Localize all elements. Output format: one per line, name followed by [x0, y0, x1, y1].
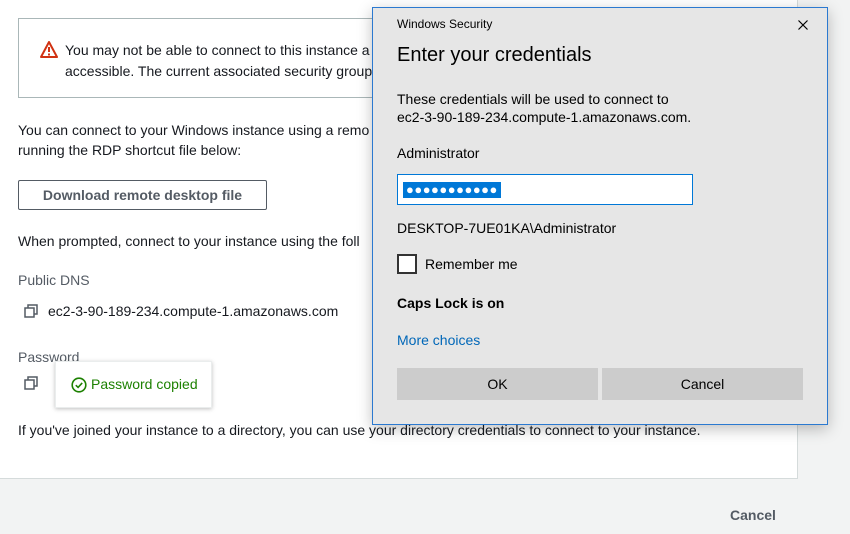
remember-me-checkbox[interactable]: [397, 254, 417, 274]
ok-button[interactable]: OK: [397, 368, 598, 400]
prompted-text: When prompted, connect to your instance …: [18, 233, 360, 249]
public-dns-value: ec2-3-90-189-234.compute-1.amazonaws.com: [48, 303, 339, 319]
password-copied-tooltip: Password copied: [55, 361, 212, 408]
domain-user-text: DESKTOP-7UE01KA\Administrator: [397, 220, 617, 236]
rdp-intro-text: You can connect to your Windows instance…: [18, 122, 370, 158]
dialog-cancel-button[interactable]: Cancel: [602, 368, 803, 400]
copy-icon[interactable]: [24, 304, 38, 318]
security-group-alert: You may not be able to connect to this i…: [18, 18, 418, 98]
password-masked-value: ●●●●●●●●●●●: [403, 182, 501, 198]
warning-icon: [40, 41, 58, 58]
more-choices-link[interactable]: More choices: [397, 332, 480, 348]
dialog-heading: Enter your credentials: [397, 44, 592, 66]
password-field[interactable]: ●●●●●●●●●●●: [397, 174, 693, 205]
caps-lock-warning: Caps Lock is on: [397, 295, 505, 311]
windows-security-dialog: Windows Security Enter your credentials …: [372, 7, 828, 425]
remember-me-label[interactable]: Remember me: [425, 256, 518, 272]
public-dns-label: Public DNS: [18, 272, 90, 288]
download-rdp-file-button[interactable]: Download remote desktop file: [18, 180, 267, 210]
check-circle-icon: [71, 377, 87, 393]
cancel-button[interactable]: Cancel: [722, 503, 784, 527]
close-icon[interactable]: [794, 16, 812, 34]
copy-icon[interactable]: [24, 376, 38, 390]
username-label: Administrator: [397, 145, 480, 161]
tooltip-text: Password copied: [91, 376, 198, 392]
dialog-description: These credentials will be used to connec…: [397, 91, 692, 125]
alert-message: You may not be able to connect to this i…: [65, 42, 373, 79]
dialog-window-title: Windows Security: [397, 17, 493, 31]
